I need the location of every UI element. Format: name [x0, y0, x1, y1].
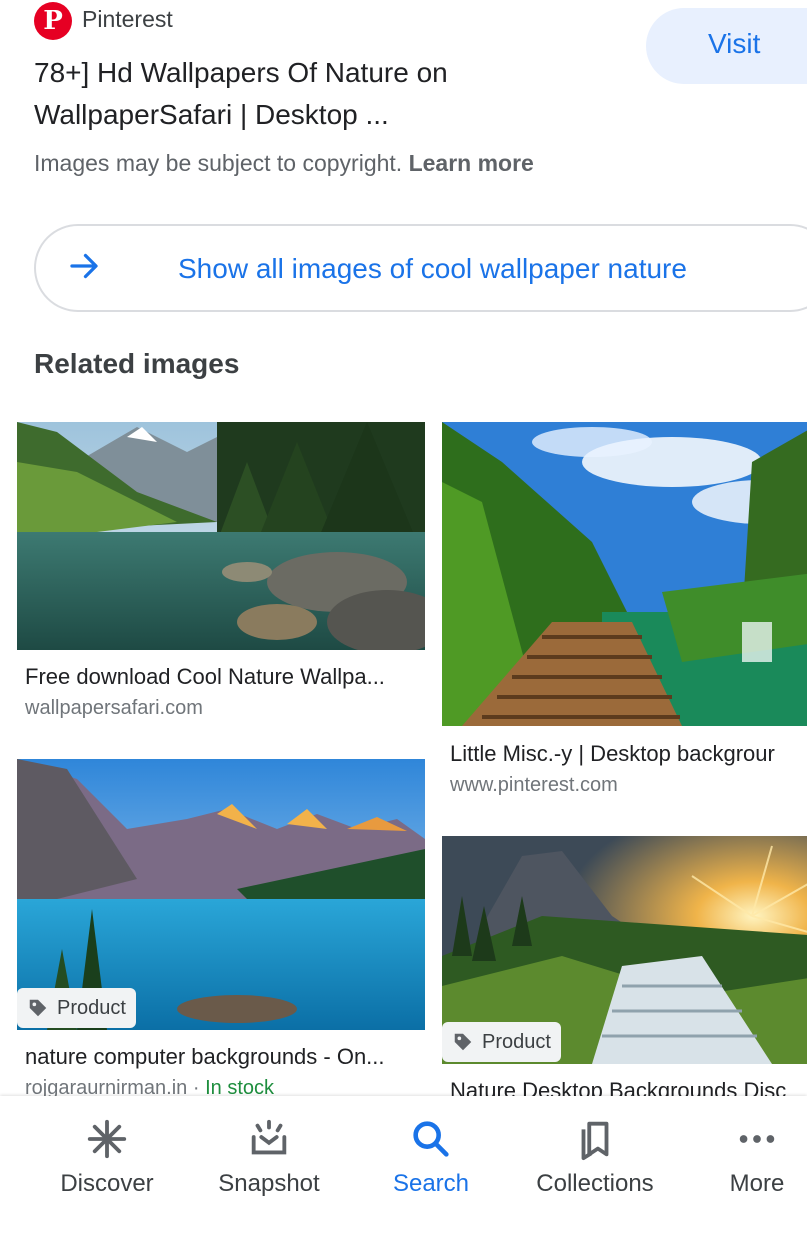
asterisk-icon: [87, 1119, 127, 1159]
related-image-mountain-lake[interactable]: [17, 422, 425, 650]
nav-snapshot-label: Snapshot: [218, 1170, 320, 1197]
copyright-notice: Images may be subject to copyright. Lear…: [34, 150, 534, 177]
learn-more-link[interactable]: Learn more: [409, 150, 534, 176]
source-name: Pinterest: [82, 6, 173, 32]
related-image-title[interactable]: Little Misc.-y | Desktop backgrour: [450, 741, 807, 767]
bottom-navigation: Discover Snapshot Search Collections Mor…: [0, 1096, 807, 1248]
product-tag: Product: [17, 988, 136, 1028]
search-icon: [413, 1121, 449, 1157]
nav-collections[interactable]: Collections: [515, 1096, 675, 1226]
result-title[interactable]: 78+] Hd Wallpapers Of Nature on Wallpape…: [34, 52, 594, 136]
nav-snapshot[interactable]: Snapshot: [189, 1096, 349, 1226]
related-image-boardwalk[interactable]: [442, 422, 807, 726]
related-image-title[interactable]: nature computer backgrounds - On...: [25, 1044, 420, 1070]
nav-discover[interactable]: Discover: [27, 1096, 187, 1226]
nav-search[interactable]: Search: [351, 1096, 511, 1226]
show-all-label: Show all images of cool wallpaper nature: [178, 253, 687, 284]
snapshot-icon: [251, 1119, 287, 1155]
nav-search-label: Search: [392, 1170, 470, 1197]
more-dots-icon: [739, 1135, 775, 1143]
visit-label: Visit: [708, 28, 761, 59]
related-image-site: wallpapersafari.com: [25, 697, 203, 719]
visit-button[interactable]: Visit: [646, 8, 807, 84]
related-image-site: www.pinterest.com: [450, 774, 618, 796]
nav-discover-label: Discover: [60, 1170, 154, 1197]
nav-more-label: More: [729, 1170, 785, 1197]
copyright-text: Images may be subject to copyright.: [34, 150, 403, 176]
product-tag: Product: [442, 1022, 561, 1062]
tag-icon: [454, 1033, 472, 1051]
product-tag-label: Product: [57, 996, 126, 1019]
nav-more[interactable]: More: [677, 1096, 807, 1226]
arrow-right-icon: [70, 253, 98, 279]
collections-icon: [581, 1121, 609, 1161]
show-all-images-button[interactable]: Show all images of cool wallpaper nature: [34, 224, 807, 312]
related-image-title[interactable]: Free download Cool Nature Wallpa...: [25, 664, 420, 690]
pinterest-logo-icon: P: [34, 2, 72, 40]
tag-icon: [29, 999, 47, 1017]
nav-collections-label: Collections: [536, 1170, 654, 1197]
product-tag-label: Product: [482, 1030, 551, 1053]
related-images-heading: Related images: [34, 348, 240, 379]
